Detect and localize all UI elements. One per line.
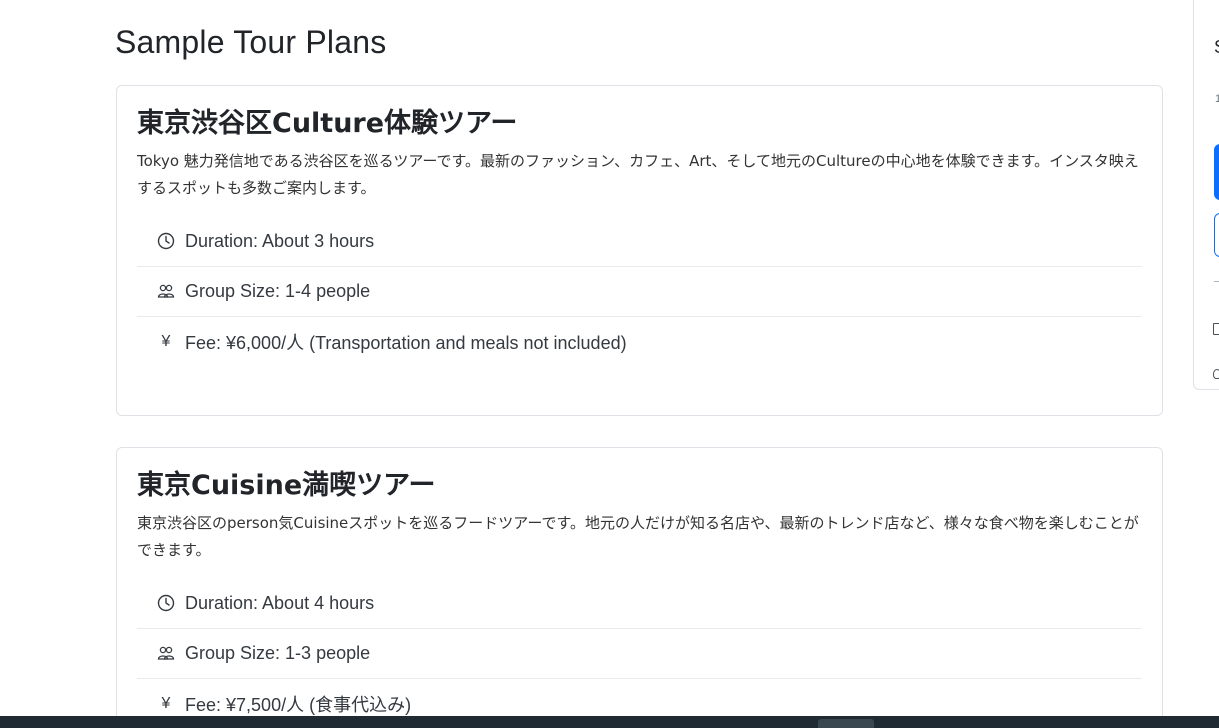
group-size-item: Group Size: 1-4 people (137, 267, 1142, 317)
duration-item: Duration: About 3 hours (137, 217, 1142, 267)
fee-text: Fee: ¥6,000/人 (Transportation and meals … (185, 332, 627, 353)
taskbar (0, 716, 1219, 728)
secondary-action-button[interactable] (1214, 213, 1219, 257)
duration-item: Duration: About 4 hours (137, 579, 1142, 629)
tour-details: Duration: About 3 hours Group Size: 1-4 … (137, 217, 1142, 367)
side-card-heading: S (1214, 37, 1219, 58)
fee-item: ¥ Fee: ¥6,000/人 (Transportation and meal… (137, 317, 1142, 367)
shield-icon (1213, 369, 1219, 379)
tour-card: 東京Cuisine満喫ツアー 東京渋谷区のperson気Cuisineスポットを… (116, 447, 1163, 728)
fee-text: Fee: ¥7,500/人 (食事代込み) (185, 694, 412, 715)
taskbar-app-button[interactable] (818, 719, 874, 728)
group-size-text: Group Size: 1-3 people (185, 642, 371, 663)
side-card-subtext: 1 (1215, 93, 1219, 105)
tour-details: Duration: About 4 hours Group Size: 1-3 … (137, 579, 1142, 728)
clock-icon (155, 232, 177, 250)
group-size-item: Group Size: 1-3 people (137, 629, 1142, 679)
people-icon (155, 644, 177, 662)
tour-card: 東京渋谷区Culture体験ツアー Tokyo 魅力発信地である渋谷区を巡るツア… (116, 85, 1163, 416)
calendar-icon (1213, 323, 1219, 335)
group-size-text: Group Size: 1-4 people (185, 280, 371, 301)
divider (1214, 281, 1219, 282)
tour-description: 東京渋谷区のperson気Cuisineスポットを巡るフードツアーです。地元の人… (137, 514, 1139, 559)
booking-side-card: S 1 (1193, 0, 1219, 390)
tour-title: 東京渋谷区Culture体験ツアー (137, 108, 518, 139)
duration-text: Duration: About 4 hours (185, 592, 375, 613)
clock-icon (155, 594, 177, 612)
primary-action-button[interactable] (1214, 144, 1219, 200)
people-icon (155, 282, 177, 300)
tour-description: Tokyo 魅力発信地である渋谷区を巡るツアーです。最新のファッション、カフェ、… (137, 152, 1139, 197)
page-title: Sample Tour Plans (115, 24, 387, 60)
tour-title: 東京Cuisine満喫ツアー (137, 470, 436, 501)
yen-icon: ¥ (161, 694, 171, 712)
duration-text: Duration: About 3 hours (185, 230, 375, 251)
yen-icon: ¥ (161, 332, 171, 350)
